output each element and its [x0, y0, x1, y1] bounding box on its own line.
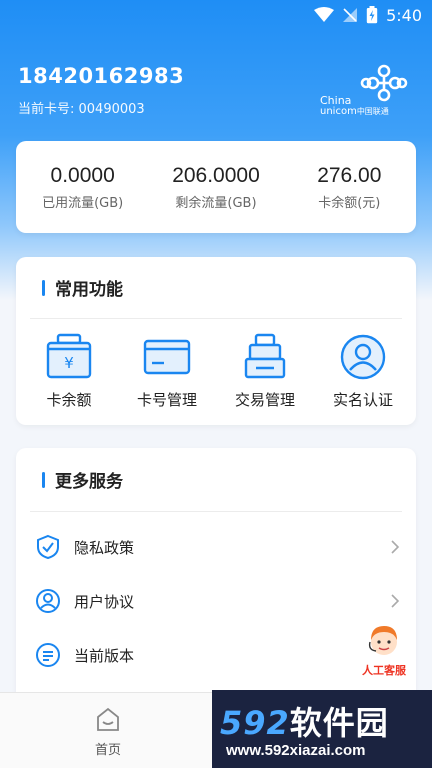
- menu-label: 当前版本: [74, 646, 135, 665]
- func-card-balance[interactable]: ¥ 卡余额: [21, 331, 117, 410]
- stat-card-balance[interactable]: 276.00 卡余额(元): [284, 164, 414, 211]
- battery-charging-icon: [366, 6, 378, 24]
- card-icon: [141, 331, 193, 383]
- account-info: 18420162983 当前卡号: 00490003: [18, 64, 184, 117]
- menu-item-privacy-policy[interactable]: 隐私政策: [16, 520, 416, 574]
- status-time: 5:40: [386, 5, 422, 25]
- nav-home-label: 首页: [94, 743, 121, 758]
- svg-text:¥: ¥: [64, 354, 74, 372]
- current-card-number: 当前卡号: 00490003: [18, 102, 145, 117]
- chevron-right-icon: [391, 594, 400, 608]
- status-bar: 5:40: [0, 0, 432, 30]
- watermark-brand-cn: 软件园: [289, 704, 389, 742]
- panel-title: 更多服务: [55, 472, 123, 492]
- home-icon: [97, 707, 119, 731]
- watermark-url: www.592xiazai.com: [226, 742, 366, 759]
- func-transaction-management[interactable]: 交易管理: [217, 331, 313, 410]
- wifi-icon: [314, 7, 335, 22]
- stat-value: 206.0000: [172, 163, 260, 187]
- func-label: 实名认证: [332, 391, 393, 409]
- panel-header: 更多服务: [30, 448, 402, 512]
- accent-bar: [42, 471, 45, 488]
- logo-en: unicom: [320, 106, 357, 117]
- watermark-brand: 592软件园: [220, 698, 389, 744]
- menu-label: 隐私政策: [74, 538, 135, 557]
- usage-stats-card: 0.0000 已用流量(GB) 206.0000 剩余流量(GB) 276.00…: [16, 141, 416, 233]
- phone-number: 18420162983: [18, 64, 185, 88]
- menu-label: 用户协议: [74, 592, 135, 611]
- stat-used-data[interactable]: 0.0000 已用流量(GB): [18, 164, 148, 211]
- watermark-number: 592: [220, 704, 290, 742]
- logo-en-cn: 中国联通: [356, 107, 389, 116]
- shield-check-icon: [34, 533, 62, 561]
- china-unicom-logo: China unicom中国联通: [320, 64, 416, 120]
- common-functions-panel: 常用功能 ¥ 卡余额 卡号管理 交易管理 实名认证: [16, 257, 416, 425]
- user-verify-icon: [337, 331, 389, 383]
- panel-header: 常用功能: [30, 257, 402, 319]
- wallet-yen-icon: ¥: [43, 331, 95, 383]
- transaction-icon: [239, 331, 291, 383]
- customer-service-avatar-icon: [368, 626, 397, 655]
- chevron-right-icon: [391, 540, 400, 554]
- message-lines-icon: [34, 641, 62, 669]
- user-circle-icon: [34, 587, 62, 615]
- signal-off-icon: [343, 8, 358, 22]
- unicom-knot-icon: [360, 64, 408, 102]
- func-label: 卡号管理: [136, 391, 197, 409]
- func-label: 卡余额: [46, 391, 92, 409]
- site-watermark: 592软件园 www.592xiazai.com: [212, 690, 432, 768]
- customer-service-button[interactable]: 人工客服: [356, 620, 412, 677]
- logo-text-unicom: unicom中国联通: [320, 106, 389, 117]
- stat-label: 剩余流量(GB): [175, 195, 257, 211]
- nav-home[interactable]: 首页: [80, 705, 136, 758]
- stat-label: 卡余额(元): [318, 195, 381, 211]
- func-real-name-verification[interactable]: 实名认证: [315, 331, 411, 410]
- panel-title: 常用功能: [55, 280, 123, 300]
- stat-value: 0.0000: [50, 163, 115, 187]
- func-label: 交易管理: [234, 391, 295, 409]
- accent-bar: [42, 279, 45, 296]
- func-card-number-management[interactable]: 卡号管理: [119, 331, 215, 410]
- stat-value: 276.00: [317, 163, 382, 187]
- stat-label: 已用流量(GB): [42, 195, 124, 211]
- function-grid: ¥ 卡余额 卡号管理 交易管理 实名认证: [16, 319, 416, 410]
- stat-remaining-data[interactable]: 206.0000 剩余流量(GB): [151, 164, 281, 211]
- customer-service-label: 人工客服: [362, 664, 406, 677]
